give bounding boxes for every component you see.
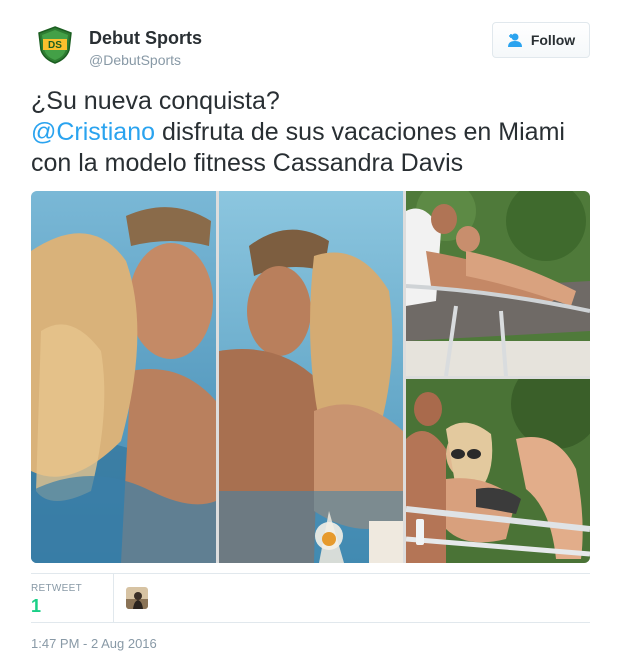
- media-photo-3[interactable]: [406, 191, 590, 376]
- media-photo-1[interactable]: [31, 191, 216, 563]
- tweet-stats: RETWEET 1: [31, 573, 590, 623]
- retweet-count[interactable]: 1: [31, 596, 41, 617]
- retweeter-avatar[interactable]: [126, 587, 148, 609]
- tweet-line-2: @Cristiano disfruta de sus vacaciones en…: [31, 117, 590, 148]
- mention-link[interactable]: @Cristiano: [31, 118, 155, 146]
- stats-divider: [113, 574, 114, 622]
- account-name[interactable]: Debut Sports: [89, 28, 202, 49]
- tweet-timestamp[interactable]: 1:47 PM - 2 Aug 2016: [31, 636, 157, 651]
- account-handle[interactable]: @DebutSports: [89, 52, 181, 68]
- tweet-line-3: con la modelo fitness Cassandra Davis: [31, 149, 464, 177]
- add-user-icon: [507, 33, 522, 47]
- tweet-line-2-rest: disfruta de sus vacaciones en Miami: [155, 118, 565, 146]
- retweet-label[interactable]: RETWEET: [31, 583, 82, 594]
- follow-button[interactable]: Follow: [492, 22, 590, 58]
- media-photo-2[interactable]: [219, 191, 403, 563]
- tweet-text: ¿Su nueva conquista? @Cristiano disfruta…: [31, 86, 590, 179]
- tweet-header: DS Debut Sports @DebutSports Follow: [36, 22, 590, 74]
- follow-label: Follow: [530, 32, 576, 48]
- media-grid: [31, 191, 590, 563]
- logo-text: DS: [48, 40, 62, 51]
- media-photo-4[interactable]: [406, 379, 590, 563]
- profile-avatar[interactable]: DS: [36, 26, 74, 64]
- tweet-line-1: ¿Su nueva conquista?: [31, 87, 280, 115]
